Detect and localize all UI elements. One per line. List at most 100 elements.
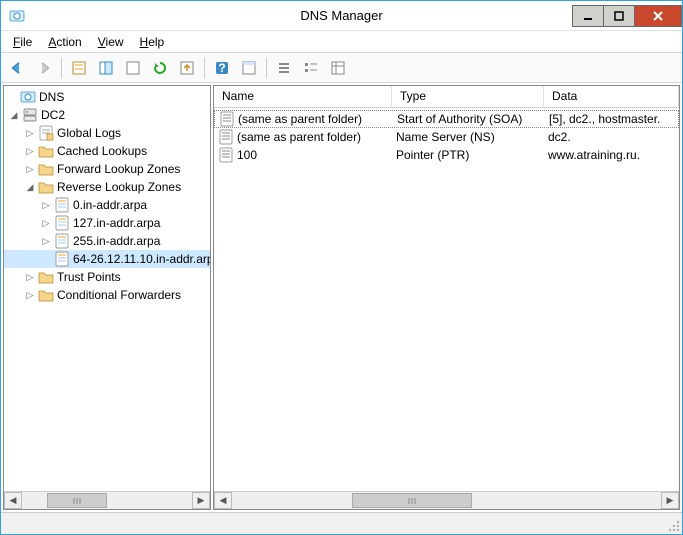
tree-forward-zones[interactable]: ▷ Forward Lookup Zones — [4, 160, 210, 178]
scroll-thumb[interactable] — [352, 493, 472, 508]
column-header-name[interactable]: Name — [214, 86, 392, 107]
scroll-right-icon[interactable]: ▶ — [661, 492, 679, 509]
minimize-button[interactable] — [572, 5, 604, 27]
list-horizontal-scrollbar[interactable]: ◀ ▶ — [214, 491, 679, 509]
log-icon — [38, 125, 54, 141]
scroll-thumb[interactable] — [47, 493, 107, 508]
list-row[interactable]: (same as parent folder) Name Server (NS)… — [214, 128, 679, 146]
show-hide-tree-button[interactable] — [67, 56, 91, 80]
expand-icon[interactable]: ▷ — [24, 289, 36, 301]
delete-button[interactable] — [121, 56, 145, 80]
tree-server[interactable]: ◢ DC2 — [4, 106, 210, 124]
properties-button[interactable] — [94, 56, 118, 80]
tree-conditional-forwarders[interactable]: ▷ Conditional Forwarders — [4, 286, 210, 304]
expand-icon[interactable]: ▷ — [24, 145, 36, 157]
list-rows[interactable]: (same as parent folder) Start of Authori… — [214, 108, 679, 491]
tree-zone-127[interactable]: ▷ 127.in-addr.arpa — [4, 214, 210, 232]
cell-name: 100 — [237, 148, 257, 162]
tree-label: Reverse Lookup Zones — [57, 180, 181, 194]
tree-zone-selected[interactable]: 64-26.12.11.10.in-addr.arpa — [4, 250, 210, 268]
list-row[interactable]: 100 Pointer (PTR) www.atraining.ru. — [214, 146, 679, 164]
tree-label: Global Logs — [57, 126, 121, 140]
column-header-type[interactable]: Type — [392, 86, 544, 107]
app-icon — [9, 8, 25, 24]
expand-icon[interactable]: ▷ — [40, 217, 52, 229]
list-header: Name Type Data — [214, 86, 679, 108]
zone-icon — [54, 197, 70, 213]
back-button[interactable] — [5, 56, 29, 80]
server-icon — [22, 107, 38, 123]
zone-icon — [54, 251, 70, 267]
tree-root-dns[interactable]: DNS — [4, 88, 210, 106]
cell-name: (same as parent folder) — [237, 130, 361, 144]
window-title: DNS Manager — [300, 8, 382, 23]
expand-icon[interactable]: ▷ — [40, 199, 52, 211]
filter-button[interactable] — [237, 56, 261, 80]
tree-label: 0.in-addr.arpa — [73, 198, 147, 212]
expand-icon[interactable]: ▷ — [24, 271, 36, 283]
tree-trust-points[interactable]: ▷ Trust Points — [4, 268, 210, 286]
cell-type: Start of Authority (SOA) — [393, 112, 545, 126]
menu-action[interactable]: Action — [40, 33, 89, 51]
tree-label: Conditional Forwarders — [57, 288, 181, 302]
folder-icon — [38, 143, 54, 159]
toolbar-separator — [61, 58, 62, 78]
cell-data: [5], dc2., hostmaster. — [545, 112, 678, 126]
collapse-icon[interactable]: ◢ — [24, 181, 36, 193]
expand-icon[interactable]: ▷ — [24, 127, 36, 139]
collapse-icon[interactable]: ◢ — [8, 109, 20, 121]
tree-label: Cached Lookups — [57, 144, 147, 158]
scroll-left-icon[interactable]: ◀ — [4, 492, 22, 509]
list-row[interactable]: (same as parent folder) Start of Authori… — [214, 110, 679, 128]
tree-zone-255[interactable]: ▷ 255.in-addr.arpa — [4, 232, 210, 250]
zone-icon — [54, 215, 70, 231]
scroll-left-icon[interactable]: ◀ — [214, 492, 232, 509]
tree[interactable]: DNS ◢ DC2 — [4, 86, 210, 491]
tree-zone-0[interactable]: ▷ 0.in-addr.arpa — [4, 196, 210, 214]
view-list-button[interactable] — [299, 56, 323, 80]
help-button[interactable] — [210, 56, 234, 80]
toolbar-separator — [266, 58, 267, 78]
cell-type: Pointer (PTR) — [392, 148, 544, 162]
export-button[interactable] — [175, 56, 199, 80]
forward-button[interactable] — [32, 56, 56, 80]
cell-data: dc2. — [544, 130, 679, 144]
tree-label: 64-26.12.11.10.in-addr.arpa — [73, 252, 210, 266]
cell-name: (same as parent folder) — [238, 112, 362, 126]
list-pane: Name Type Data (same as parent folder) S… — [213, 85, 680, 510]
record-icon — [218, 129, 234, 145]
view-details-button[interactable] — [326, 56, 350, 80]
maximize-button[interactable] — [603, 5, 635, 27]
refresh-button[interactable] — [148, 56, 172, 80]
dns-manager-window: DNS Manager File Action View Help — [0, 0, 683, 535]
expand-icon[interactable] — [6, 91, 18, 103]
tree-label: 127.in-addr.arpa — [73, 216, 160, 230]
menu-view[interactable]: View — [90, 33, 132, 51]
folder-icon — [38, 287, 54, 303]
tree-label: 255.in-addr.arpa — [73, 234, 160, 248]
tree-label: Forward Lookup Zones — [57, 162, 180, 176]
scroll-right-icon[interactable]: ▶ — [192, 492, 210, 509]
view-large-button[interactable] — [272, 56, 296, 80]
menu-help[interactable]: Help — [132, 33, 173, 51]
expand-icon[interactable]: ▷ — [40, 235, 52, 247]
record-icon — [219, 111, 235, 127]
menu-file[interactable]: File — [5, 33, 40, 51]
tree-reverse-zones[interactable]: ◢ Reverse Lookup Zones — [4, 178, 210, 196]
tree-cached-lookups[interactable]: ▷ Cached Lookups — [4, 142, 210, 160]
toolbar-separator — [204, 58, 205, 78]
tree-label: Trust Points — [57, 270, 121, 284]
tree-global-logs[interactable]: ▷ Global Logs — [4, 124, 210, 142]
tree-label: DNS — [39, 90, 64, 104]
close-button[interactable] — [634, 5, 682, 27]
column-header-data[interactable]: Data — [544, 86, 679, 107]
titlebar[interactable]: DNS Manager — [1, 1, 682, 31]
menubar: File Action View Help — [1, 31, 682, 53]
expand-icon[interactable]: ▷ — [24, 163, 36, 175]
expand-icon[interactable] — [40, 253, 52, 265]
folder-icon — [38, 161, 54, 177]
tree-label: DC2 — [41, 108, 65, 122]
resize-grip-icon[interactable] — [666, 518, 680, 532]
folder-icon — [38, 179, 54, 195]
tree-horizontal-scrollbar[interactable]: ◀ ▶ — [4, 491, 210, 509]
